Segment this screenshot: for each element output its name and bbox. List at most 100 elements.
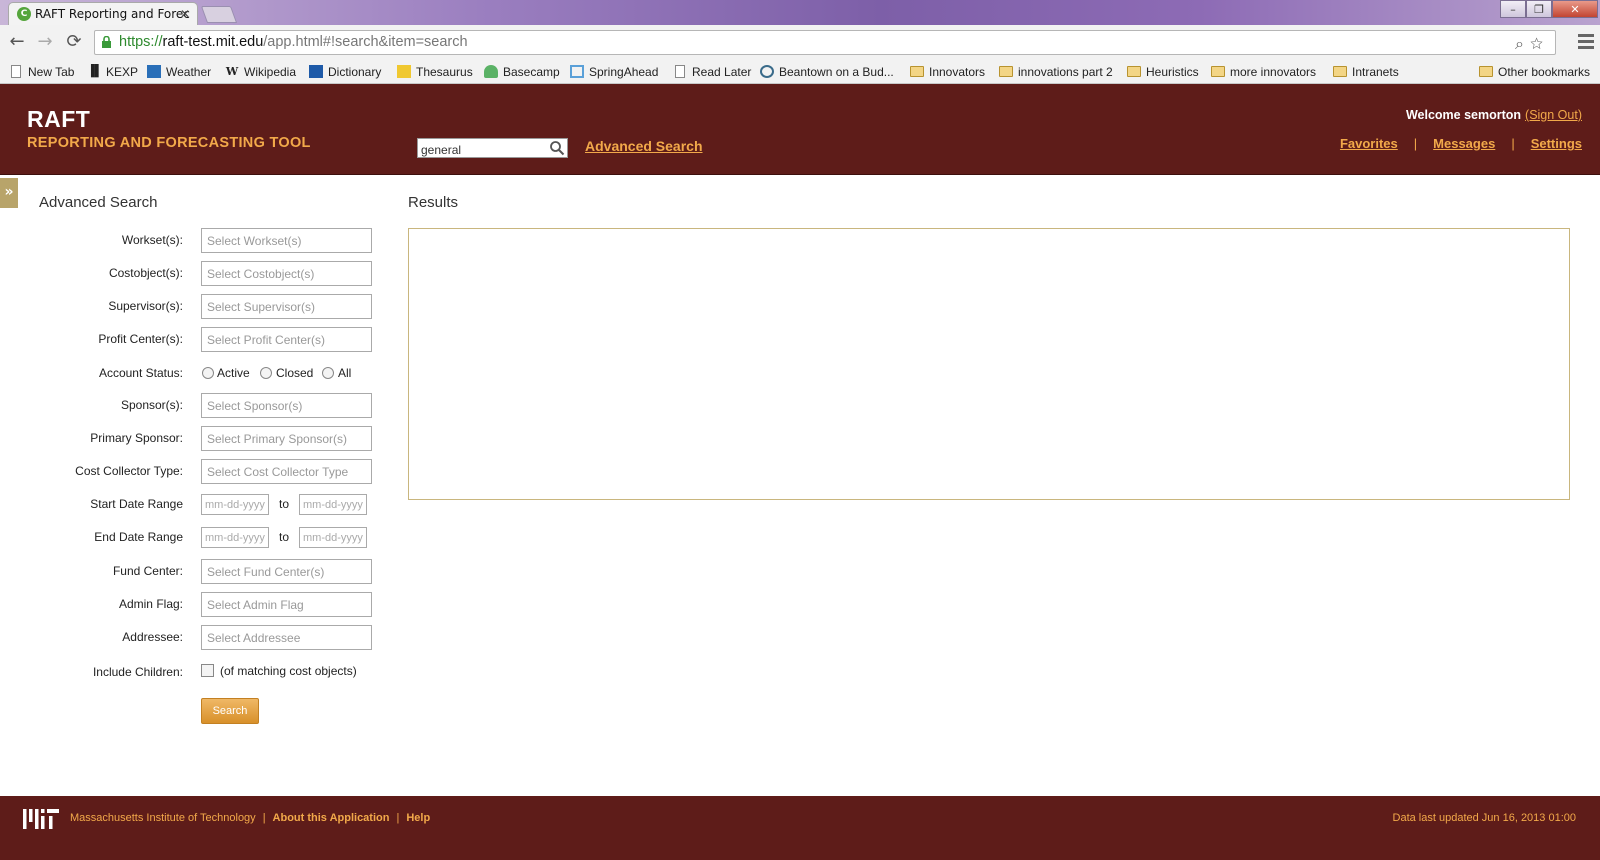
quick-search-input[interactable] — [418, 141, 543, 159]
addressee-row: Addressee: — [0, 625, 380, 650]
sign-out-link[interactable]: (Sign Out) — [1525, 108, 1582, 122]
bookmark-weather[interactable]: Weather — [147, 63, 211, 81]
folder-icon — [910, 66, 924, 77]
folder-icon — [1211, 66, 1225, 77]
workset-row: Workset(s): — [0, 228, 380, 253]
bookmark-kexp[interactable]: ▐▌ KEXP — [87, 63, 138, 81]
start-date-from-input[interactable] — [201, 494, 269, 515]
status-all-label[interactable]: All — [338, 366, 351, 380]
browser-menu-icon[interactable] — [1578, 34, 1594, 52]
nav-messages[interactable]: Messages — [1433, 136, 1495, 151]
results-title: Results — [408, 194, 459, 211]
bookmark-other[interactable]: Other bookmarks — [1479, 63, 1590, 81]
folder-icon — [1127, 66, 1141, 77]
wordpress-icon — [760, 65, 774, 78]
zoom-icon[interactable]: ⌕ — [1515, 36, 1530, 53]
url-host: raft-test.mit.edu — [162, 34, 264, 50]
app-subtitle: REPORTING AND FORECASTING TOOL — [27, 135, 311, 151]
welcome-message: Welcome semorton (Sign Out) — [1405, 108, 1582, 122]
page-icon — [11, 65, 21, 78]
status-active-label[interactable]: Active — [217, 366, 250, 380]
results-panel — [408, 228, 1570, 500]
supervisor-input[interactable] — [201, 294, 372, 319]
bookmark-read-later[interactable]: Read Later — [673, 63, 751, 81]
bookmark-dictionary[interactable]: Dictionary — [309, 63, 381, 81]
thesaurus-icon — [397, 65, 411, 78]
status-closed-label[interactable]: Closed — [276, 366, 313, 380]
profit-center-row: Profit Center(s): — [0, 327, 380, 352]
addressee-label: Addressee: — [122, 630, 183, 644]
bookmark-intranets[interactable]: Intranets — [1333, 63, 1399, 81]
fund-center-input[interactable] — [201, 559, 372, 584]
workset-label: Workset(s): — [121, 233, 183, 247]
tab-close-icon[interactable]: ✕ — [180, 3, 190, 25]
bookmark-heuristics[interactable]: Heuristics — [1127, 63, 1199, 81]
url-scheme: https:// — [119, 34, 163, 50]
costobject-row: Costobject(s): — [0, 261, 380, 286]
search-button[interactable]: Search — [201, 698, 259, 724]
admin-flag-row: Admin Flag: — [0, 592, 380, 617]
bookmark-more-innovators[interactable]: more innovators — [1211, 63, 1316, 81]
browser-tab[interactable]: C RAFT Reporting and Forec ✕ — [8, 2, 198, 25]
bookmark-innovations-part-2[interactable]: innovations part 2 — [999, 63, 1113, 81]
bookmark-basecamp[interactable]: Basecamp — [484, 63, 560, 81]
profit-center-label: Profit Center(s): — [98, 332, 183, 346]
admin-flag-input[interactable] — [201, 592, 372, 617]
window-close-icon[interactable]: ✕ — [1552, 0, 1598, 18]
header-nav: Favorites | Messages | Settings — [1339, 136, 1582, 151]
back-arrow-icon[interactable]: ← — [6, 31, 28, 53]
footer-institution: Massachusetts Institute of Technology — [70, 812, 256, 824]
workset-input[interactable] — [201, 228, 372, 253]
footer-last-updated: Data last updated Jun 16, 2013 01:00 — [1392, 812, 1576, 824]
address-bar[interactable]: https://raft-test.mit.edu/app.html#!sear… — [94, 30, 1556, 55]
cost-collector-type-input[interactable] — [201, 459, 372, 484]
include-children-checkbox[interactable] — [201, 664, 214, 677]
mit-logo-icon[interactable] — [23, 809, 59, 829]
footer-links: Massachusetts Institute of Technology | Ab… — [70, 812, 431, 824]
folder-icon — [1479, 66, 1493, 77]
new-tab-button[interactable] — [200, 6, 238, 23]
tab-favicon-icon: C — [17, 7, 31, 21]
start-date-to-input[interactable] — [299, 494, 367, 515]
costobject-input[interactable] — [201, 261, 372, 286]
advanced-search-link[interactable]: Advanced Search — [585, 138, 703, 154]
end-date-row: End Date Range to — [0, 525, 380, 550]
footer-help-link[interactable]: Help — [406, 812, 430, 824]
footer-about-link[interactable]: About this Application — [273, 812, 390, 824]
fund-center-row: Fund Center: — [0, 559, 380, 584]
bookmark-thesaurus[interactable]: Thesaurus — [397, 63, 473, 81]
nav-settings[interactable]: Settings — [1531, 136, 1582, 151]
sponsor-input[interactable] — [201, 393, 372, 418]
bookmarks-bar: New Tab ▐▌ KEXP Weather W Wikipedia Dictio… — [0, 60, 1600, 84]
include-children-note: (of matching cost objects) — [220, 664, 357, 678]
profit-center-input[interactable] — [201, 327, 372, 352]
bookmark-innovators[interactable]: Innovators — [910, 63, 985, 81]
bookmark-wikipedia[interactable]: W Wikipedia — [225, 63, 296, 81]
minimize-icon[interactable]: – — [1500, 0, 1526, 18]
addressee-input[interactable] — [201, 625, 372, 650]
reload-icon[interactable]: ⟳ — [63, 31, 85, 53]
start-date-label: Start Date Range — [90, 497, 183, 511]
forward-arrow-icon[interactable]: → — [34, 31, 56, 53]
cost-collector-type-row: Cost Collector Type: — [0, 459, 380, 484]
sponsor-row: Sponsor(s): — [0, 393, 380, 418]
bookmark-beantown[interactable]: Beantown on a Bud... — [760, 63, 894, 81]
restore-icon[interactable]: ❐ — [1526, 0, 1552, 18]
primary-sponsor-input[interactable] — [201, 426, 372, 451]
expand-panel-icon[interactable]: » — [0, 178, 18, 208]
end-date-to-input[interactable] — [299, 527, 367, 548]
nav-favorites[interactable]: Favorites — [1340, 136, 1398, 151]
app-brand[interactable]: RAFT — [27, 106, 90, 133]
bookmark-springahead[interactable]: SpringAhead — [570, 63, 658, 81]
advanced-search-title: Advanced Search — [39, 194, 158, 211]
costobject-label: Costobject(s): — [108, 266, 183, 280]
bookmark-star-icon[interactable]: ☆ — [1530, 36, 1549, 53]
bookmark-new-tab[interactable]: New Tab — [9, 63, 74, 81]
status-all-radio[interactable] — [322, 367, 334, 379]
browser-titlebar: C RAFT Reporting and Forec ✕ – ❐ ✕ — [0, 0, 1600, 25]
end-date-from-input[interactable] — [201, 527, 269, 548]
status-active-radio[interactable] — [202, 367, 214, 379]
status-closed-radio[interactable] — [260, 367, 272, 379]
account-status-row: Account Status: Active Closed All — [0, 361, 380, 386]
search-icon[interactable] — [549, 140, 565, 156]
